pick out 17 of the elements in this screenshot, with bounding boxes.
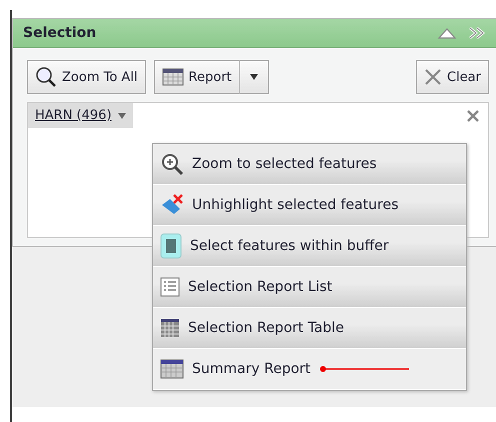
layer-tag[interactable]: HARN (496) bbox=[28, 103, 133, 128]
panel-title: Selection bbox=[23, 25, 98, 41]
menu-item[interactable]: Summary Report bbox=[153, 349, 466, 390]
menu-item[interactable]: Zoom to selected features bbox=[153, 144, 466, 185]
menu-item[interactable]: Selection Report Table bbox=[153, 308, 466, 349]
clear-button[interactable]: Clear bbox=[416, 60, 489, 94]
menu-item-label: Unhighlight selected features bbox=[192, 197, 399, 213]
menu-item[interactable]: Selection Report List bbox=[153, 267, 466, 308]
report-button[interactable]: Report bbox=[154, 60, 239, 94]
zoom-to-all-button[interactable]: Zoom To All bbox=[27, 60, 146, 94]
menu-item-label: Select features within buffer bbox=[190, 238, 389, 254]
menu-item-label: Selection Report Table bbox=[188, 320, 344, 336]
menu-item-label: Selection Report List bbox=[188, 279, 332, 295]
menu-item[interactable]: Unhighlight selected features bbox=[153, 185, 466, 226]
menu-item-label: Zoom to selected features bbox=[192, 156, 377, 172]
menu-item-label: Summary Report bbox=[192, 361, 311, 377]
menu-item[interactable]: Select features within buffer bbox=[153, 226, 466, 267]
